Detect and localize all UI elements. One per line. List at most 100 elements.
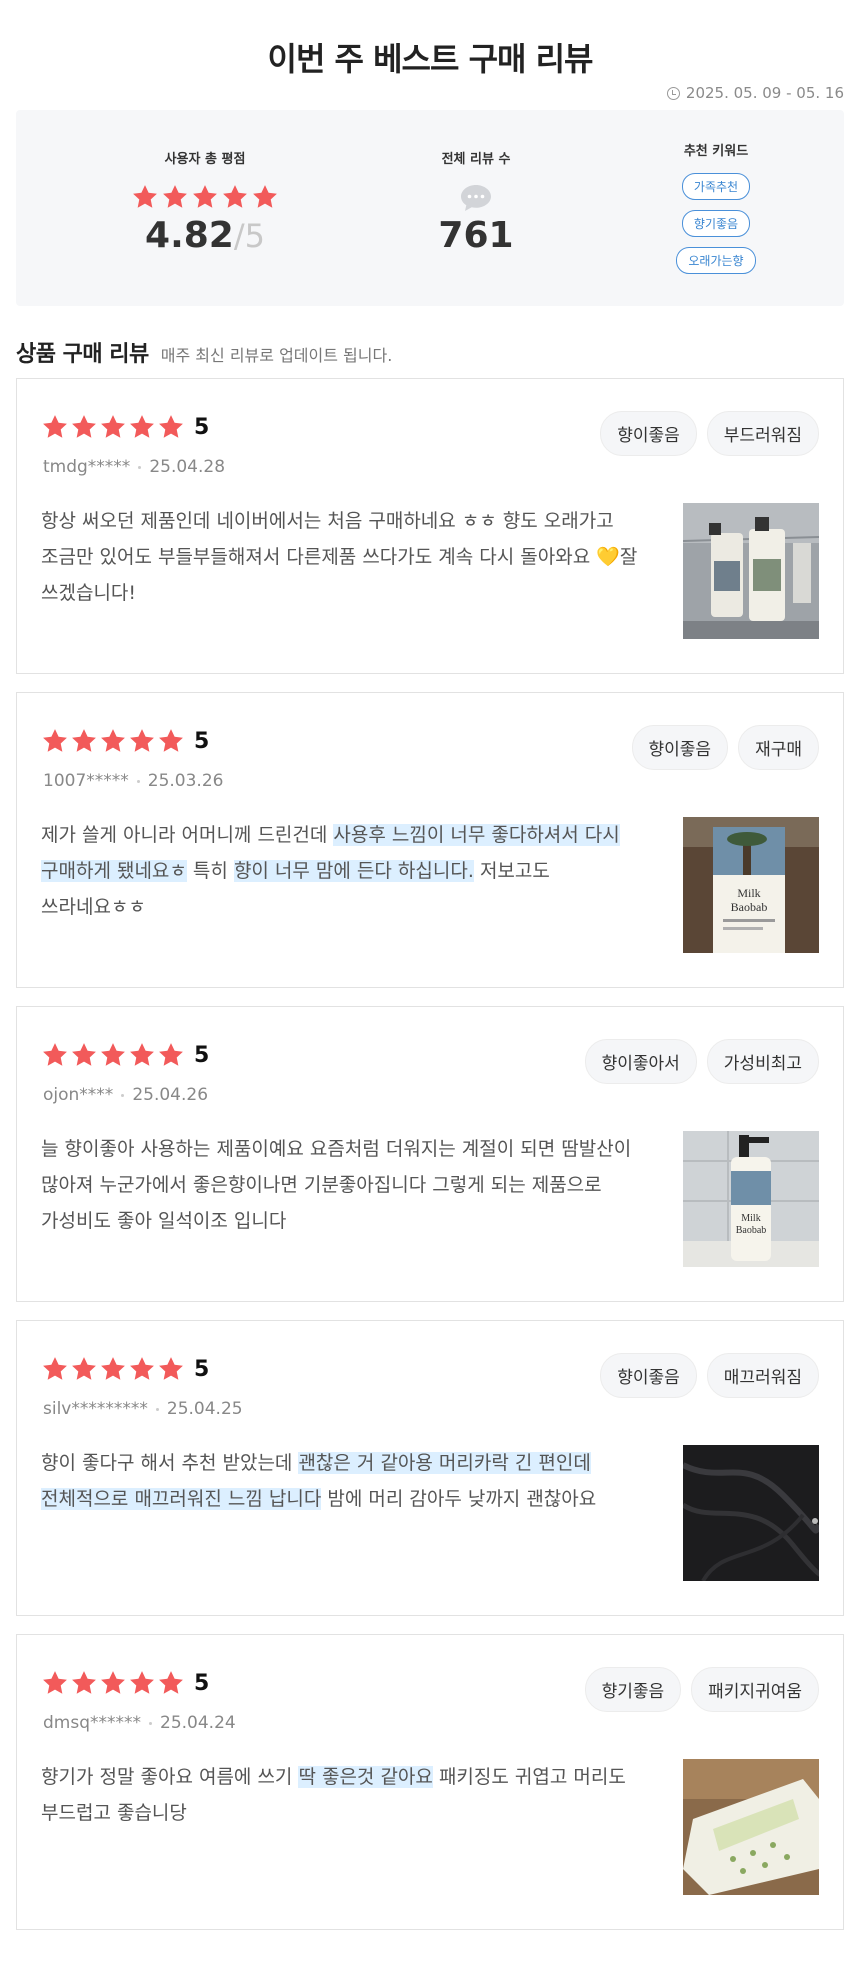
rating-value: 4.82 [145,215,234,256]
review-photo[interactable]: Milk Baobab [683,1131,819,1267]
chat-bubble-icon [458,183,494,213]
star-icon [43,729,67,752]
review-photo[interactable] [683,503,819,639]
review-photo[interactable] [683,1445,819,1581]
review-score: 5 [194,728,210,754]
review-tags: 향이좋음 재구매 [631,725,819,770]
review-stars: 5 [41,1041,209,1069]
review-text-part: 제가 쓸게 아니라 어머니께 드린건데 [41,824,334,846]
keyword-chip[interactable]: 오래가는향 [676,247,756,274]
star-icon [72,1671,96,1694]
review-stars: 5 [41,413,209,441]
review-date: 25.04.25 [166,1399,243,1419]
review-photo[interactable]: Milk Baobab [683,817,819,953]
review-summary: 사용자 총 평점 4.82/5 전체 리뷰 수 761 추천 키워드 가족추천 … [16,110,844,306]
star-icon [43,415,67,438]
keyword-list: 가족추천 향기좋음 오래가는향 [616,173,816,274]
star-icon [43,1671,67,1694]
review-stars: 5 [41,1669,209,1697]
review-text-part: 향이 좋다구 해서 추천 받았는데 [41,1452,299,1474]
page-title: 이번 주 베스트 구매 리뷰 [267,40,594,78]
review-score: 5 [194,414,210,440]
separator-dot [138,465,142,469]
review-tag[interactable]: 향이좋음 [600,411,697,456]
review-photo[interactable] [683,1759,819,1895]
rating-max: 5 [244,217,265,255]
review-card[interactable]: 5 ojon**** 25.04.26 향이좋아서 가성비최고 늘 향이좋아 사… [16,1006,844,1302]
review-stars: 5 [41,1355,209,1383]
review-card[interactable]: 5 1007***** 25.03.26 향이좋음 재구매 제가 쓸게 아니라 … [16,692,844,988]
photo-brand-text: Milk [741,1213,760,1224]
review-tag[interactable]: 부드러워짐 [706,411,819,456]
separator-dot [149,1721,152,1725]
star-icon [130,1357,154,1380]
section-title: 상품 구매 리뷰 [16,342,149,367]
photo-brand-text: Baobab [736,1225,767,1236]
star-icon [159,1671,183,1694]
star-icon [159,1043,183,1066]
star-icon [130,1043,154,1066]
star-icon [159,1357,183,1380]
keyword-chip[interactable]: 가족추천 [681,173,751,200]
review-meta: ojon**** 25.04.26 [43,1085,208,1105]
star-icon [193,185,217,208]
review-text: 향기가 정말 좋아요 여름에 쓰기 딱 좋은것 같아요 패키징도 귀엽고 머리도… [41,1759,641,1831]
review-tag[interactable]: 향이좋아서 [584,1039,697,1084]
review-tag[interactable]: 매끄러워짐 [706,1353,819,1398]
star-icon [130,415,154,438]
review-tag[interactable]: 향이좋음 [631,725,729,770]
review-text-highlight: 딱 좋은것 같아요 [298,1766,433,1788]
review-user: tmdg***** [43,457,131,477]
review-text: 제가 쓸게 아니라 어머니께 드린건데 사용후 느낌이 너무 좋다하셔서 다시 … [41,817,641,925]
keyword-label: 추천 키워드 [683,144,749,159]
review-tag[interactable]: 패키지귀여움 [691,1667,819,1712]
separator-dot [121,1093,125,1097]
rating-stars [90,183,320,211]
review-count-value: 761 [438,215,514,256]
star-icon [159,729,183,752]
review-meta: tmdg***** 25.04.28 [43,457,225,477]
star-icon [101,1357,125,1380]
review-date: 25.04.24 [160,1713,236,1733]
review-score: 5 [194,1670,210,1696]
star-icon [130,1671,154,1694]
star-icon [72,1043,96,1066]
review-tags: 향이좋아서 가성비최고 [584,1039,819,1084]
review-meta: silv********* 25.04.25 [43,1399,243,1419]
star-icon [159,415,183,438]
section-header: 상품 구매 리뷰 매주 최신 리뷰로 업데이트 됩니다. [16,336,392,368]
star-icon [101,415,125,438]
date-range-text: 2025. 05. 09 - 05. 16 [685,84,844,102]
photo-brand-text: Baobab [731,900,768,914]
review-card[interactable]: 5 dmsq****** 25.04.24 향기좋음 패키지귀여움 향기가 정말… [16,1634,844,1930]
review-text-part: 밤에 머리 감아두 낮까지 괜찮아요 [321,1488,597,1510]
review-tag[interactable]: 향기좋음 [584,1667,682,1712]
review-score: 5 [194,1356,210,1382]
keyword-summary: 추천 키워드 가족추천 향기좋음 오래가는향 [616,110,816,306]
review-date: 25.04.26 [132,1085,209,1105]
review-text-part: 늘 향이좋아 사용하는 제품이예요 요즘처럼 더워지는 계절이 되면 땀발산이 … [41,1138,632,1232]
review-card[interactable]: 5 silv********* 25.04.25 향이좋음 매끄러워짐 향이 좋… [16,1320,844,1616]
review-tag[interactable]: 향이좋음 [600,1353,697,1398]
review-stars: 5 [41,727,209,755]
star-icon [43,1043,67,1066]
review-text: 항상 써오던 제품인데 네이버에서는 처음 구매하네요 ㅎㅎ 향도 오래가고 조… [41,503,641,611]
keyword-chip[interactable]: 향기좋음 [681,210,751,237]
review-count-label: 전체 리뷰 수 [441,152,511,167]
review-tag[interactable]: 재구매 [738,725,819,770]
review-tag[interactable]: 가성비최고 [706,1039,819,1084]
photo-brand-text: Milk [737,886,760,900]
star-icon [101,1043,125,1066]
star-icon [72,729,96,752]
star-icon [72,415,96,438]
clock-icon [666,86,680,100]
star-icon [253,185,277,208]
star-icon [101,1671,125,1694]
review-date: 25.03.26 [147,771,224,791]
star-icon [101,729,125,752]
review-date: 25.04.28 [149,457,226,477]
review-card[interactable]: 5 tmdg***** 25.04.28 향이좋음 부드러워짐 항상 써오던 제… [16,378,844,674]
separator-dot [136,779,140,783]
star-icon [133,185,157,208]
review-text-part: 향기가 정말 좋아요 여름에 쓰기 [41,1766,299,1788]
